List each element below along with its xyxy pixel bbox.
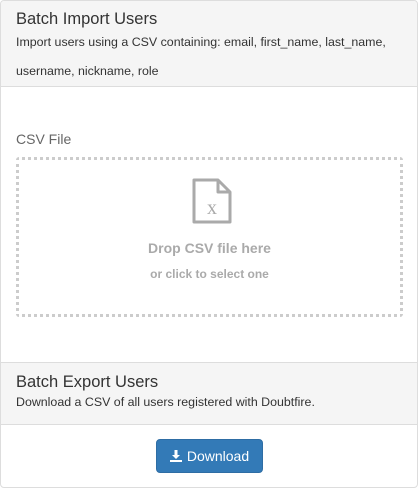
download-icon <box>169 450 182 462</box>
download-button[interactable]: Download <box>156 439 263 473</box>
import-title: Batch Import Users <box>16 10 158 28</box>
batch-users-panel: Batch Import Users Import users using a … <box>0 0 418 488</box>
import-description: Import users using a CSV containing: ema… <box>16 35 386 78</box>
import-section-header: Batch Import Users Import users using a … <box>1 1 417 87</box>
export-title: Batch Export Users <box>16 373 159 391</box>
dropzone-sub-text: or click to select one <box>150 267 269 281</box>
export-description: Download a CSV of all users registered w… <box>16 395 315 409</box>
csv-file-label: CSV File <box>16 131 72 147</box>
dropzone-main-text: Drop CSV file here <box>148 240 271 256</box>
download-button-label: Download <box>186 448 250 464</box>
export-section-header: Batch Export Users Download a CSV of all… <box>1 362 417 425</box>
csv-file-icon: x <box>192 178 232 224</box>
csv-dropzone[interactable]: x Drop CSV file here or click to select … <box>16 157 403 317</box>
svg-text:x: x <box>207 197 217 219</box>
